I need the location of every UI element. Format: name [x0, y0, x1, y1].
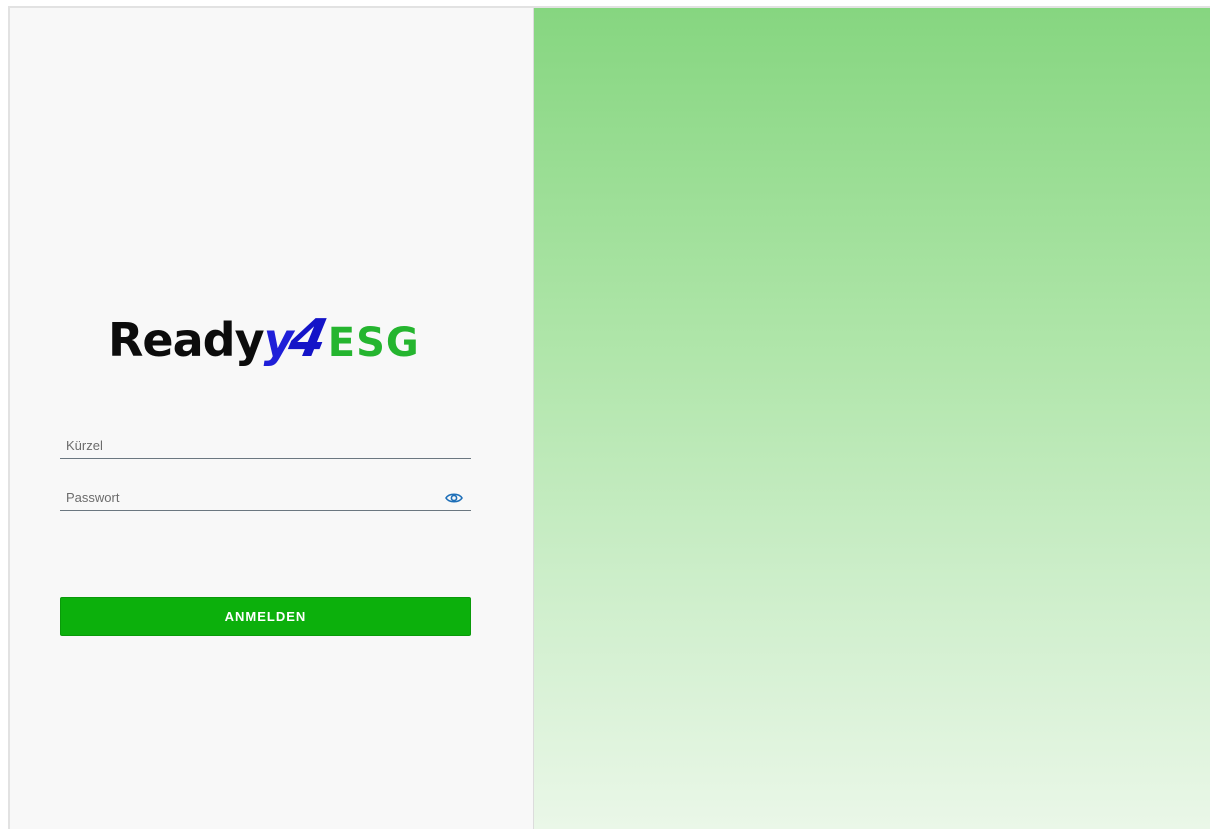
login-panel: Readyy4ESG ANMELDEN	[10, 8, 534, 829]
logo-text-ready: Ready	[108, 313, 265, 367]
logo-text-esg: ESG	[327, 320, 420, 366]
eye-icon[interactable]	[445, 491, 463, 505]
login-button[interactable]: ANMELDEN	[60, 597, 471, 636]
password-field	[60, 481, 471, 511]
username-field	[60, 429, 471, 459]
brand-logo: Ready y 4 ESG	[108, 309, 419, 383]
username-input[interactable]	[60, 429, 471, 458]
password-input[interactable]	[60, 481, 471, 510]
hero-gradient-panel	[534, 8, 1210, 829]
app-frame: Readyy4ESG ANMELDEN	[8, 6, 1210, 829]
